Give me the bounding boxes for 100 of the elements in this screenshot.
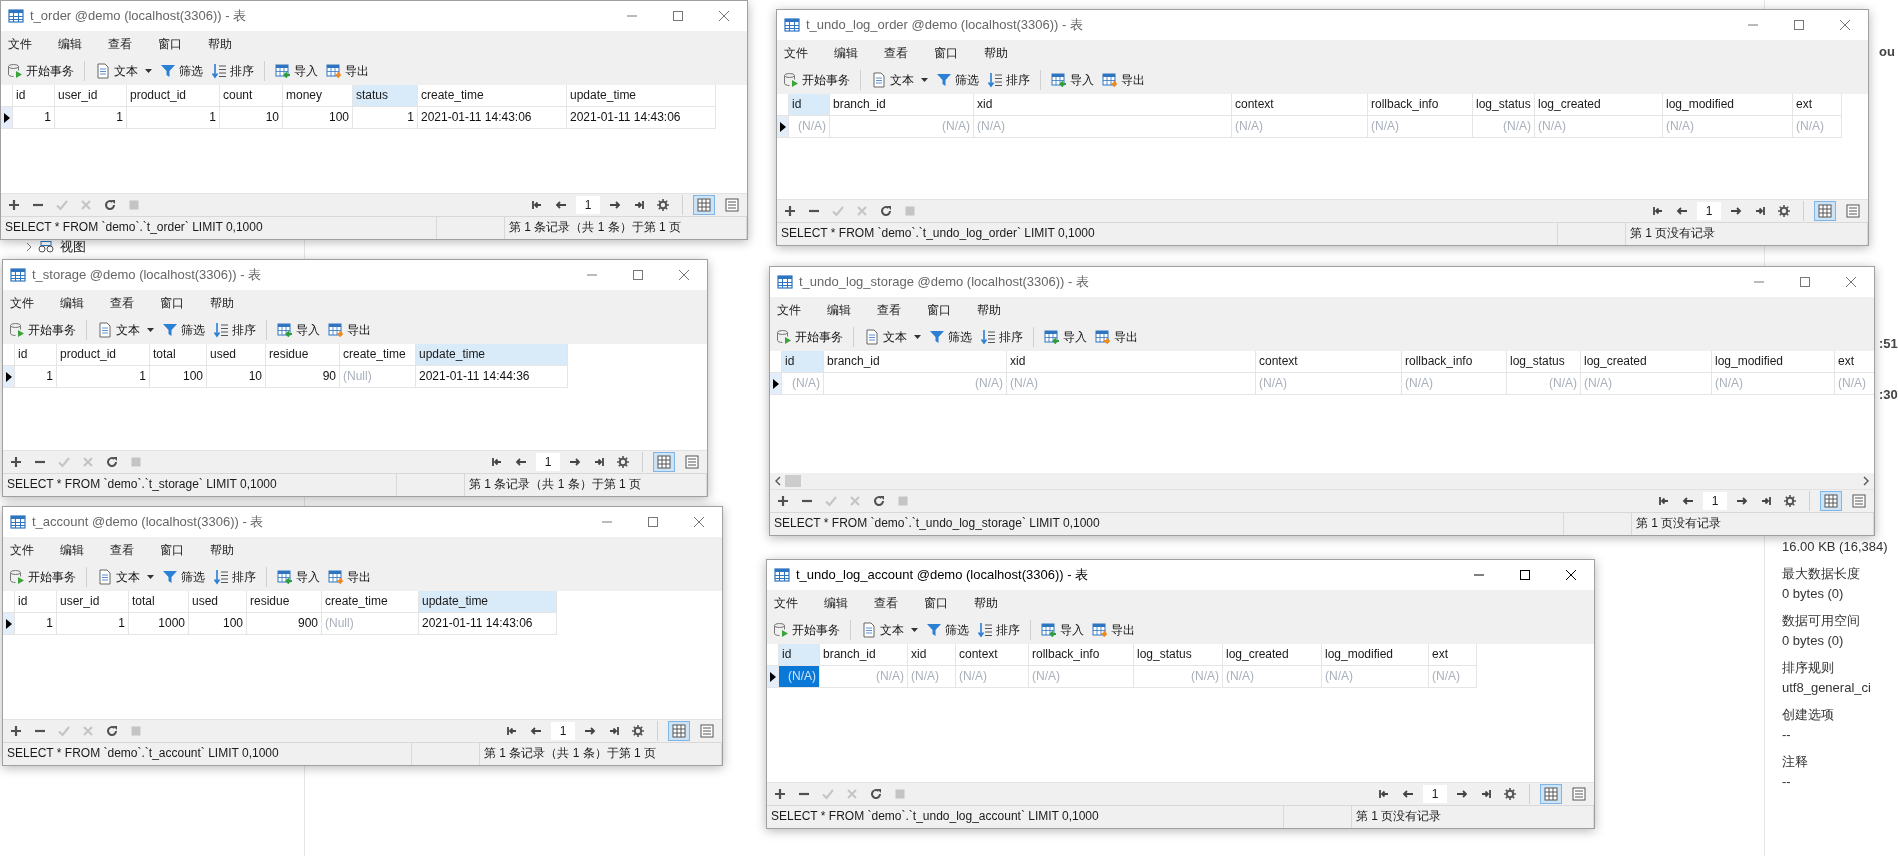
row-selector[interactable] bbox=[3, 613, 15, 635]
table-cell[interactable]: 90 bbox=[266, 366, 340, 388]
begin-transaction-button[interactable]: 开始事务 bbox=[7, 319, 78, 341]
column-header[interactable]: branch_id bbox=[824, 351, 1007, 373]
menu-item[interactable]: 查看 bbox=[108, 35, 132, 53]
grid-view-button[interactable] bbox=[668, 721, 690, 741]
menu-item[interactable]: 编辑 bbox=[824, 594, 848, 612]
table-cell[interactable]: 1 bbox=[55, 107, 127, 129]
filter-button[interactable]: 筛选 bbox=[927, 326, 974, 348]
column-header[interactable]: context bbox=[1256, 351, 1402, 373]
column-header[interactable]: used bbox=[207, 344, 266, 366]
text-button[interactable]: 文本 bbox=[869, 69, 930, 91]
begin-transaction-button[interactable]: 开始事务 bbox=[5, 60, 76, 82]
tree-item[interactable]: 视图 bbox=[60, 238, 86, 256]
menu-item[interactable]: 编辑 bbox=[834, 44, 858, 62]
menu-item[interactable]: 查看 bbox=[110, 294, 134, 312]
menu-item[interactable]: 帮助 bbox=[210, 541, 234, 559]
column-header[interactable]: id bbox=[789, 94, 830, 116]
menu-item[interactable]: 编辑 bbox=[60, 294, 84, 312]
menu-item[interactable]: 文件 bbox=[10, 294, 34, 312]
grid-view-button[interactable] bbox=[693, 195, 715, 215]
table-cell[interactable]: 1 bbox=[15, 613, 57, 635]
column-header[interactable]: id bbox=[15, 591, 57, 613]
import-button[interactable]: 导入 bbox=[1049, 69, 1096, 91]
export-button[interactable]: 导出 bbox=[326, 319, 373, 341]
row-selector[interactable] bbox=[1, 107, 13, 129]
column-header[interactable]: log_modified bbox=[1712, 351, 1835, 373]
table-cell[interactable]: 2021-01-11 14:43:06 bbox=[418, 107, 567, 129]
column-header[interactable]: total bbox=[129, 591, 189, 613]
sort-button[interactable]: 排序 bbox=[209, 60, 256, 82]
column-header[interactable]: total bbox=[150, 344, 207, 366]
sort-button[interactable]: 排序 bbox=[211, 566, 258, 588]
menu-item[interactable]: 窗口 bbox=[158, 35, 182, 53]
table-cell[interactable]: (N/A) bbox=[779, 666, 820, 688]
export-button[interactable]: 导出 bbox=[1100, 69, 1147, 91]
column-header[interactable]: xid bbox=[974, 94, 1232, 116]
column-header[interactable]: rollback_info bbox=[1368, 94, 1473, 116]
column-header[interactable]: create_time bbox=[340, 344, 416, 366]
column-header[interactable]: residue bbox=[247, 591, 322, 613]
column-header[interactable]: count bbox=[220, 85, 283, 107]
row-selector[interactable] bbox=[3, 366, 15, 388]
column-header[interactable]: branch_id bbox=[820, 644, 908, 666]
sort-button[interactable]: 排序 bbox=[975, 619, 1022, 641]
column-header[interactable]: user_id bbox=[57, 591, 129, 613]
table-cell[interactable]: 10 bbox=[220, 107, 283, 129]
column-header[interactable]: log_status bbox=[1134, 644, 1223, 666]
table-cell[interactable]: 2021-01-11 14:43:06 bbox=[419, 613, 557, 635]
table-cell[interactable]: 2021-01-11 14:43:06 bbox=[567, 107, 716, 129]
column-header[interactable]: product_id bbox=[127, 85, 220, 107]
export-button[interactable]: 导出 bbox=[1090, 619, 1137, 641]
menu-item[interactable]: 文件 bbox=[10, 541, 34, 559]
grid-view-button[interactable] bbox=[1814, 201, 1836, 221]
menu-item[interactable]: 窗口 bbox=[924, 594, 948, 612]
menu-item[interactable]: 帮助 bbox=[984, 44, 1008, 62]
menu-item[interactable]: 窗口 bbox=[160, 541, 184, 559]
grid-view-button[interactable] bbox=[653, 452, 675, 472]
menu-item[interactable]: 帮助 bbox=[210, 294, 234, 312]
column-header[interactable]: id bbox=[15, 344, 57, 366]
table-cell[interactable]: 1 bbox=[57, 366, 150, 388]
column-header[interactable]: ext bbox=[1793, 94, 1842, 116]
row-selector[interactable] bbox=[770, 373, 782, 395]
column-header[interactable]: create_time bbox=[418, 85, 567, 107]
table-cell[interactable]: 1000 bbox=[129, 613, 189, 635]
table-cell[interactable]: 10 bbox=[207, 366, 266, 388]
grid-view-button[interactable] bbox=[1820, 491, 1842, 511]
column-header[interactable]: xid bbox=[908, 644, 956, 666]
column-header[interactable]: id bbox=[13, 85, 55, 107]
column-header[interactable]: residue bbox=[266, 344, 340, 366]
export-button[interactable]: 导出 bbox=[324, 60, 371, 82]
column-header[interactable]: log_modified bbox=[1322, 644, 1429, 666]
page-field[interactable]: 1 bbox=[1697, 202, 1721, 220]
page-field[interactable]: 1 bbox=[1423, 785, 1447, 803]
row-selector[interactable] bbox=[777, 116, 789, 138]
column-header[interactable]: used bbox=[189, 591, 247, 613]
row-selector[interactable] bbox=[767, 666, 779, 688]
column-header[interactable]: log_created bbox=[1581, 351, 1712, 373]
import-button[interactable]: 导入 bbox=[1042, 326, 1089, 348]
column-header[interactable]: id bbox=[779, 644, 820, 666]
column-header[interactable]: rollback_info bbox=[1029, 644, 1134, 666]
text-button[interactable]: 文本 bbox=[859, 619, 920, 641]
column-header[interactable]: update_time bbox=[567, 85, 716, 107]
text-button[interactable]: 文本 bbox=[95, 566, 156, 588]
column-header[interactable]: id bbox=[782, 351, 824, 373]
begin-transaction-button[interactable]: 开始事务 bbox=[7, 566, 78, 588]
menu-item[interactable]: 窗口 bbox=[927, 301, 951, 319]
menu-item[interactable]: 查看 bbox=[884, 44, 908, 62]
sort-button[interactable]: 排序 bbox=[978, 326, 1025, 348]
menu-item[interactable]: 帮助 bbox=[974, 594, 998, 612]
filter-button[interactable]: 筛选 bbox=[934, 69, 981, 91]
menu-item[interactable]: 文件 bbox=[774, 594, 798, 612]
text-button[interactable]: 文本 bbox=[93, 60, 154, 82]
filter-button[interactable]: 筛选 bbox=[160, 319, 207, 341]
sort-button[interactable]: 排序 bbox=[985, 69, 1032, 91]
column-header[interactable]: log_modified bbox=[1663, 94, 1793, 116]
column-header[interactable]: ext bbox=[1429, 644, 1477, 666]
table-cell[interactable]: 2021-01-11 14:44:36 bbox=[416, 366, 568, 388]
column-header[interactable]: log_status bbox=[1507, 351, 1581, 373]
column-header[interactable]: xid bbox=[1007, 351, 1256, 373]
menu-item[interactable]: 文件 bbox=[777, 301, 801, 319]
menu-item[interactable]: 查看 bbox=[110, 541, 134, 559]
